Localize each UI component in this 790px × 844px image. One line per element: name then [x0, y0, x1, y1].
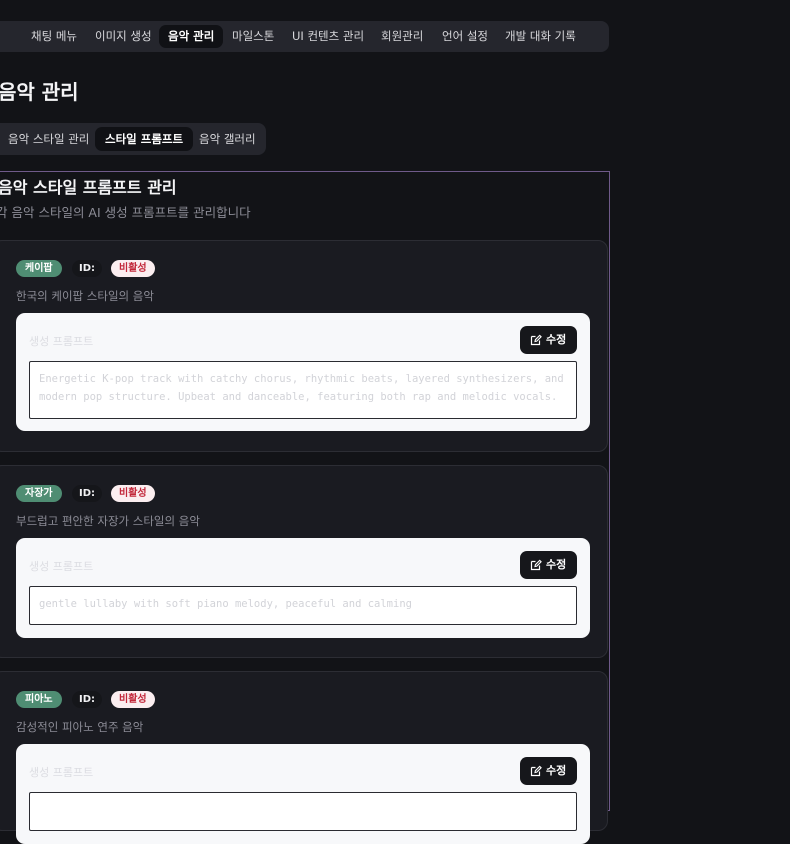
nav-item-chat-menu[interactable]: 채팅 메뉴	[31, 21, 77, 52]
nav-item-member-management[interactable]: 회원관리	[381, 21, 423, 52]
prompt-text[interactable]	[29, 792, 577, 831]
style-card-kpop: 케이팝 ID: 비활성 한국의 케이팝 스타일의 음악 생성 프롬프트 수정 E…	[0, 240, 608, 452]
prompt-label: 생성 프롬프트	[29, 560, 94, 573]
style-description: 부드럽고 편안한 자장가 스타일의 음악	[16, 514, 200, 528]
edit-icon	[530, 765, 542, 777]
style-description: 한국의 케이팝 스타일의 음악	[16, 289, 154, 303]
tab-music-gallery[interactable]: 음악 갤러리	[199, 123, 256, 155]
prompt-label: 생성 프롬프트	[29, 766, 94, 779]
nav-item-milestone[interactable]: 마일스톤	[232, 21, 274, 52]
tab-style-prompt[interactable]: 스타일 프롬프트	[95, 127, 194, 151]
panel-title: 음악 스타일 프롬프트 관리	[0, 178, 177, 197]
prompt-box: 생성 프롬프트 수정	[16, 744, 590, 844]
style-id-badge: ID:	[72, 260, 103, 277]
top-navigation: 채팅 메뉴 이미지 생성 음악 관리 마일스톤 UI 컨텐츠 관리 회원관리 언…	[0, 21, 609, 52]
nav-item-music-management[interactable]: 음악 관리	[159, 25, 224, 48]
style-card-piano: 피아노 ID: 비활성 감성적인 피아노 연주 음악 생성 프롬프트 수정	[0, 671, 608, 844]
prompt-box: 생성 프롬프트 수정 gentle lullaby with soft pian…	[16, 538, 590, 638]
style-description: 감성적인 피아노 연주 음악	[16, 720, 144, 734]
edit-button-label: 수정	[546, 558, 567, 571]
prompt-box: 생성 프롬프트 수정 Energetic K-pop track with ca…	[16, 313, 590, 431]
style-name-badge: 자장가	[16, 485, 62, 502]
nav-item-dev-chat-log[interactable]: 개발 대화 기록	[505, 21, 576, 52]
status-badge: 비활성	[111, 691, 155, 708]
style-card-lullaby: 자장가 ID: 비활성 부드럽고 편안한 자장가 스타일의 음악 생성 프롬프트…	[0, 465, 608, 658]
style-name-badge: 케이팝	[16, 260, 62, 277]
prompt-label: 생성 프롬프트	[29, 335, 94, 348]
style-id-badge: ID:	[72, 691, 103, 708]
edit-button-label: 수정	[546, 764, 567, 777]
edit-icon	[530, 334, 542, 346]
prompt-text[interactable]: Energetic K-pop track with catchy chorus…	[29, 361, 577, 419]
panel-description: 각 음악 스타일의 AI 생성 프롬프트를 관리합니다	[0, 205, 251, 220]
nav-item-ui-content-management[interactable]: UI 컨텐츠 관리	[292, 21, 364, 52]
page-title: 음악 관리	[0, 80, 79, 104]
nav-item-image-generation[interactable]: 이미지 생성	[95, 21, 152, 52]
edit-button[interactable]: 수정	[520, 551, 577, 579]
tab-music-style-management[interactable]: 음악 스타일 관리	[8, 123, 89, 155]
nav-item-language-settings[interactable]: 언어 설정	[442, 21, 488, 52]
edit-icon	[530, 559, 542, 571]
music-subtabs: 음악 스타일 관리 스타일 프롬프트 음악 갤러리	[0, 123, 266, 155]
edit-button-label: 수정	[546, 333, 567, 346]
edit-button[interactable]: 수정	[520, 757, 577, 785]
status-badge: 비활성	[111, 485, 155, 502]
style-name-badge: 피아노	[16, 691, 62, 708]
prompt-text[interactable]: gentle lullaby with soft piano melody, p…	[29, 586, 577, 625]
style-id-badge: ID:	[72, 485, 103, 502]
status-badge: 비활성	[111, 260, 155, 277]
edit-button[interactable]: 수정	[520, 326, 577, 354]
